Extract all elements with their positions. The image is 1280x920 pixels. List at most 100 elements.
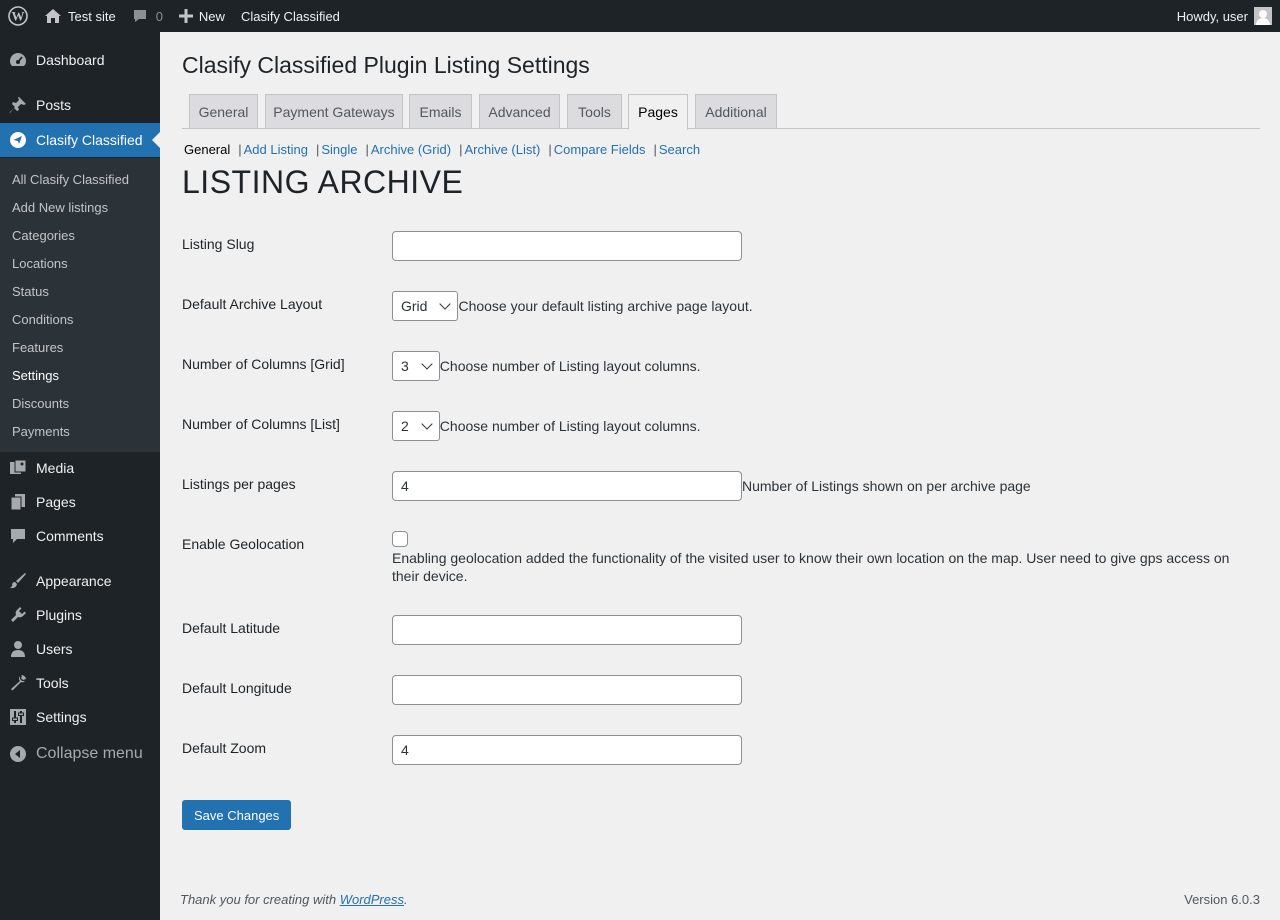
default-layout-value: Grid — [401, 298, 428, 314]
submenu-item-conditions[interactable]: Conditions — [0, 305, 160, 333]
comments-link[interactable]: 0 — [124, 0, 171, 32]
subsub-single[interactable]: Single — [321, 142, 357, 157]
greeting-text: Howdy, user — [1176, 8, 1248, 24]
submenu-item-status[interactable]: Status — [0, 277, 160, 305]
longitude-label: Default Longitude — [182, 680, 292, 696]
sidebar-item-label: Clasify Classified — [36, 132, 143, 148]
user-icon — [0, 640, 36, 658]
sidebar-item-tools[interactable]: Tools — [0, 666, 160, 700]
geolocation-description: Enabling geolocation added the functiona… — [392, 550, 1230, 584]
sidebar-item-media[interactable]: Media — [0, 451, 160, 485]
geolocation-label: Enable Geolocation — [182, 536, 305, 552]
sidebar-item-label: Appearance — [36, 573, 112, 589]
sidebar-item-label: Dashboard — [36, 52, 105, 68]
paper-plane-icon — [0, 131, 36, 149]
submenu-item-add-new[interactable]: Add New listings — [0, 193, 160, 221]
latitude-input[interactable] — [392, 615, 742, 645]
chevron-down-icon — [421, 418, 433, 430]
footer-thanks: Thank you for creating with WordPress. — [180, 892, 408, 907]
sidebar-item-label: Users — [36, 641, 73, 657]
tab-advanced[interactable]: Advanced — [479, 94, 560, 129]
subsub-search[interactable]: Search — [659, 142, 700, 157]
tab-tools[interactable]: Tools — [567, 94, 622, 129]
settings-tabs: General Payment Gateways Emails Advanced… — [182, 93, 1260, 130]
subsub-archive-list[interactable]: Archive (List) — [464, 142, 540, 157]
columns-list-select[interactable]: 2 — [392, 411, 440, 441]
tab-emails[interactable]: Emails — [409, 94, 472, 129]
pages-icon — [0, 493, 36, 511]
tab-general[interactable]: General — [189, 94, 258, 129]
tab-pages[interactable]: Pages — [628, 94, 688, 130]
sidebar-item-label: Media — [36, 460, 75, 476]
collapse-menu-label: Collapse menu — [36, 745, 143, 762]
per-page-label: Listings per pages — [182, 476, 296, 492]
sidebar-item-clasify[interactable]: Clasify Classified — [0, 123, 160, 157]
sidebar-item-label: Plugins — [36, 607, 82, 623]
sidebar-item-posts[interactable]: Posts — [0, 88, 160, 122]
subsub-compare-fields[interactable]: Compare Fields — [554, 142, 646, 157]
wrench-icon — [0, 674, 36, 692]
sidebar-item-label: Pages — [36, 494, 76, 510]
submenu-item-payments[interactable]: Payments — [0, 417, 160, 445]
comment-bubble-icon — [0, 527, 36, 545]
wordpress-logo-icon[interactable]: W — [0, 0, 36, 32]
sidebar-item-settings[interactable]: Settings — [0, 700, 160, 734]
columns-grid-select[interactable]: 3 — [392, 351, 440, 381]
svg-text:W: W — [12, 9, 25, 24]
paintbrush-icon — [0, 572, 36, 590]
account-menu[interactable]: Howdy, user — [1177, 7, 1280, 25]
columns-list-label: Number of Columns [List] — [182, 416, 340, 432]
submenu-item-all[interactable]: All Clasify Classified — [0, 165, 160, 193]
chevron-down-icon — [439, 298, 452, 310]
section-title: LISTING ARCHIVE — [182, 164, 464, 200]
listing-slug-input[interactable] — [392, 231, 742, 261]
tab-payment-gateways[interactable]: Payment Gateways — [265, 94, 403, 129]
columns-list-description: Choose number of Listing layout columns. — [439, 418, 701, 434]
per-page-input[interactable] — [392, 471, 742, 501]
geolocation-checkbox[interactable] — [392, 531, 408, 547]
listing-slug-label: Listing Slug — [182, 236, 255, 252]
default-layout-select[interactable]: Grid — [392, 291, 459, 321]
admin-sidebar: Dashboard Posts Clasify Classified All C… — [0, 32, 160, 920]
latitude-label: Default Latitude — [182, 620, 281, 636]
wordpress-link[interactable]: WordPress — [340, 892, 404, 907]
subsub-add-listing[interactable]: Add Listing — [244, 142, 308, 157]
per-page-description: Number of Listings shown on per archive … — [742, 478, 1031, 494]
submenu-item-features[interactable]: Features — [0, 333, 160, 361]
columns-grid-description: Choose number of Listing layout columns. — [439, 358, 701, 374]
home-icon — [44, 8, 62, 24]
sidebar-item-comments[interactable]: Comments — [0, 519, 160, 553]
sidebar-item-users[interactable]: Users — [0, 632, 160, 666]
columns-grid-value: 3 — [401, 358, 409, 374]
sidebar-item-dashboard[interactable]: Dashboard — [0, 43, 160, 77]
columns-grid-label: Number of Columns [Grid] — [182, 356, 345, 372]
clasify-submenu: All Clasify Classified Add New listings … — [0, 158, 160, 452]
site-name-link[interactable]: Test site — [36, 0, 124, 32]
save-changes-button[interactable]: Save Changes — [182, 800, 292, 830]
submenu-item-discounts[interactable]: Discounts — [0, 389, 160, 417]
plus-icon — [178, 9, 193, 23]
tab-additional[interactable]: Additional — [695, 94, 777, 129]
plugin-admin-label: Clasify Classified — [240, 8, 340, 24]
longitude-input[interactable] — [392, 675, 742, 705]
zoom-input[interactable] — [392, 735, 742, 765]
sidebar-item-appearance[interactable]: Appearance — [0, 564, 160, 598]
submenu-item-categories[interactable]: Categories — [0, 221, 160, 249]
new-content-link[interactable]: New — [171, 0, 233, 32]
sidebar-item-pages[interactable]: Pages — [0, 485, 160, 519]
sidebar-item-label: Comments — [36, 528, 104, 544]
sidebar-item-label: Posts — [36, 97, 72, 113]
footer-thanks-prefix: Thank you for creating with — [180, 892, 340, 907]
sidebar-item-plugins[interactable]: Plugins — [0, 598, 160, 632]
plugin-icon — [0, 606, 36, 624]
submenu-item-locations[interactable]: Locations — [0, 249, 160, 277]
subsub-nav: General | Add Listing | Single | Archive (Grid… — [184, 142, 701, 157]
collapse-menu-button[interactable]: Collapse menu — [0, 737, 160, 771]
columns-list-value: 2 — [401, 418, 409, 434]
footer-version: Version 6.0.3 — [1184, 892, 1260, 907]
footer-thanks-suffix: . — [404, 892, 408, 907]
subsub-archive-grid[interactable]: Archive (Grid) — [371, 142, 451, 157]
plugin-admin-link[interactable]: Clasify Classified — [233, 0, 348, 32]
submenu-item-settings[interactable]: Settings — [0, 361, 160, 389]
subsub-general[interactable]: General — [184, 142, 230, 157]
